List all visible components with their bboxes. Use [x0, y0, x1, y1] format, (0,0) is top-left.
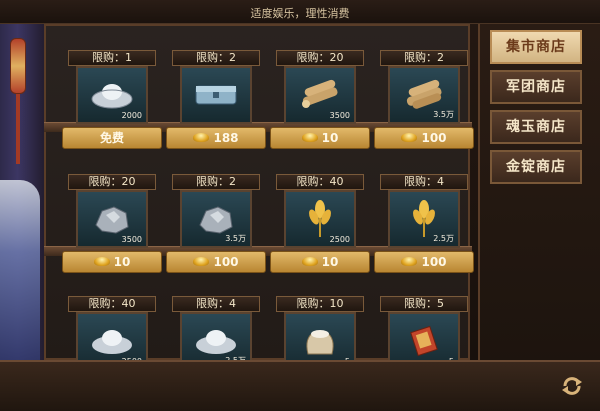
stone-icon: [199, 206, 233, 234]
purchase-limit: 限购：1: [68, 50, 156, 66]
gold-ingot-icon: [401, 257, 418, 266]
item-image: 2000: [76, 66, 148, 124]
buy-button[interactable]: 100: [374, 127, 474, 149]
buy-button[interactable]: 10: [270, 251, 370, 273]
purchase-limit: 限购：2: [172, 174, 260, 190]
purchase-limit: 限购：20: [276, 50, 364, 66]
wheat-icon: [309, 200, 331, 237]
tab-soul-jade-shop[interactable]: 魂玉商店: [490, 110, 582, 144]
item-quantity: 2.5万: [433, 234, 454, 243]
lantern-icon: [10, 38, 26, 94]
silver-ingot-icon: [92, 330, 132, 354]
price-label: 100: [213, 255, 239, 269]
shop-item-8[interactable]: 限购：4 2.5万 100: [374, 174, 474, 274]
purchase-limit: 限购：2: [172, 50, 260, 66]
scroll-icon: [410, 325, 438, 357]
purchase-limit: 限购：20: [68, 174, 156, 190]
item-image: 3.5万: [388, 66, 460, 124]
gold-ingot-icon: [301, 133, 318, 142]
purchase-limit: 限购：10: [276, 296, 364, 312]
gold-ingot-icon: [193, 133, 210, 142]
silver-ingot-icon: [91, 84, 133, 109]
tab-gold-ingot-shop[interactable]: 金锭商店: [490, 150, 582, 184]
shop-item-3[interactable]: 限购：20 3500 10: [270, 50, 370, 150]
wood-icon: [302, 79, 338, 108]
price-label: 188: [213, 131, 239, 145]
item-quantity: 2500: [329, 235, 350, 244]
buy-button[interactable]: 10: [62, 251, 162, 273]
tab-market-shop[interactable]: 集市商店: [490, 30, 582, 64]
purchase-limit: 限购：40: [68, 296, 156, 312]
item-image: 3.5万: [180, 190, 252, 248]
item-quantity: 3.5万: [433, 110, 454, 119]
buy-button[interactable]: 免费: [62, 127, 162, 149]
wood-icon: [406, 79, 442, 109]
gold-ingot-icon: [301, 257, 318, 266]
shop-item-4[interactable]: 限购：2 3.5万 100: [374, 50, 474, 150]
item-image: 3500: [284, 66, 356, 124]
flour-sack-icon: [306, 330, 334, 355]
item-quantity: 3500: [121, 235, 142, 244]
price-label: 免费: [99, 131, 124, 145]
notice-bar: 适度娱乐，理性消费: [0, 0, 600, 24]
bottom-bar: [0, 360, 600, 411]
buy-button[interactable]: 10: [270, 127, 370, 149]
purchase-limit: 限购：4: [380, 174, 468, 190]
price-label: 10: [321, 131, 339, 145]
shop-item-1[interactable]: 限购：1 2000 免费: [62, 50, 162, 150]
item-image: 2500: [284, 190, 356, 248]
silver-ingot-icon: [196, 330, 236, 354]
refresh-icon[interactable]: [560, 374, 584, 398]
notice-text: 适度娱乐，理性消费: [250, 7, 350, 20]
item-quantity: 3.5万: [225, 234, 246, 243]
item-quantity: 2000: [121, 111, 142, 120]
price-label: 10: [321, 255, 339, 269]
purchase-limit: 限购：4: [172, 296, 260, 312]
purchase-limit: 限购：5: [380, 296, 468, 312]
gold-ingot-icon: [93, 257, 110, 266]
shop-item-6[interactable]: 限购：2 3.5万 100: [166, 174, 266, 274]
purchase-limit: 限购：2: [380, 50, 468, 66]
tassel-decoration: [16, 94, 20, 164]
shop-item-2[interactable]: 限购：2 188: [166, 50, 266, 150]
price-label: 100: [421, 131, 447, 145]
shop-tabs: 集市商店 军团商店 魂玉商店 金锭商店: [478, 24, 600, 364]
gold-ingot-icon: [193, 257, 210, 266]
item-quantity: 3500: [329, 111, 350, 120]
price-label: 10: [113, 255, 131, 269]
shop-item-5[interactable]: 限购：20 3500 10: [62, 174, 162, 274]
shop-screen: 适度娱乐，理性消费 限购：1 2000 免费 限购：2 188 限购：20 35…: [0, 0, 600, 411]
shop-item-7[interactable]: 限购：40 2500 10: [270, 174, 370, 274]
tab-legion-shop[interactable]: 军团商店: [490, 70, 582, 104]
item-image: [180, 66, 252, 124]
chest-icon: [195, 85, 237, 105]
buy-button[interactable]: 100: [166, 251, 266, 273]
item-image: 2.5万: [388, 190, 460, 248]
character-robe: [0, 180, 40, 360]
buy-button[interactable]: 188: [166, 127, 266, 149]
purchase-limit: 限购：40: [276, 174, 364, 190]
stone-icon: [95, 206, 129, 234]
buy-button[interactable]: 100: [374, 251, 474, 273]
item-image: 3500: [76, 190, 148, 248]
price-label: 100: [421, 255, 447, 269]
gold-ingot-icon: [401, 133, 418, 142]
